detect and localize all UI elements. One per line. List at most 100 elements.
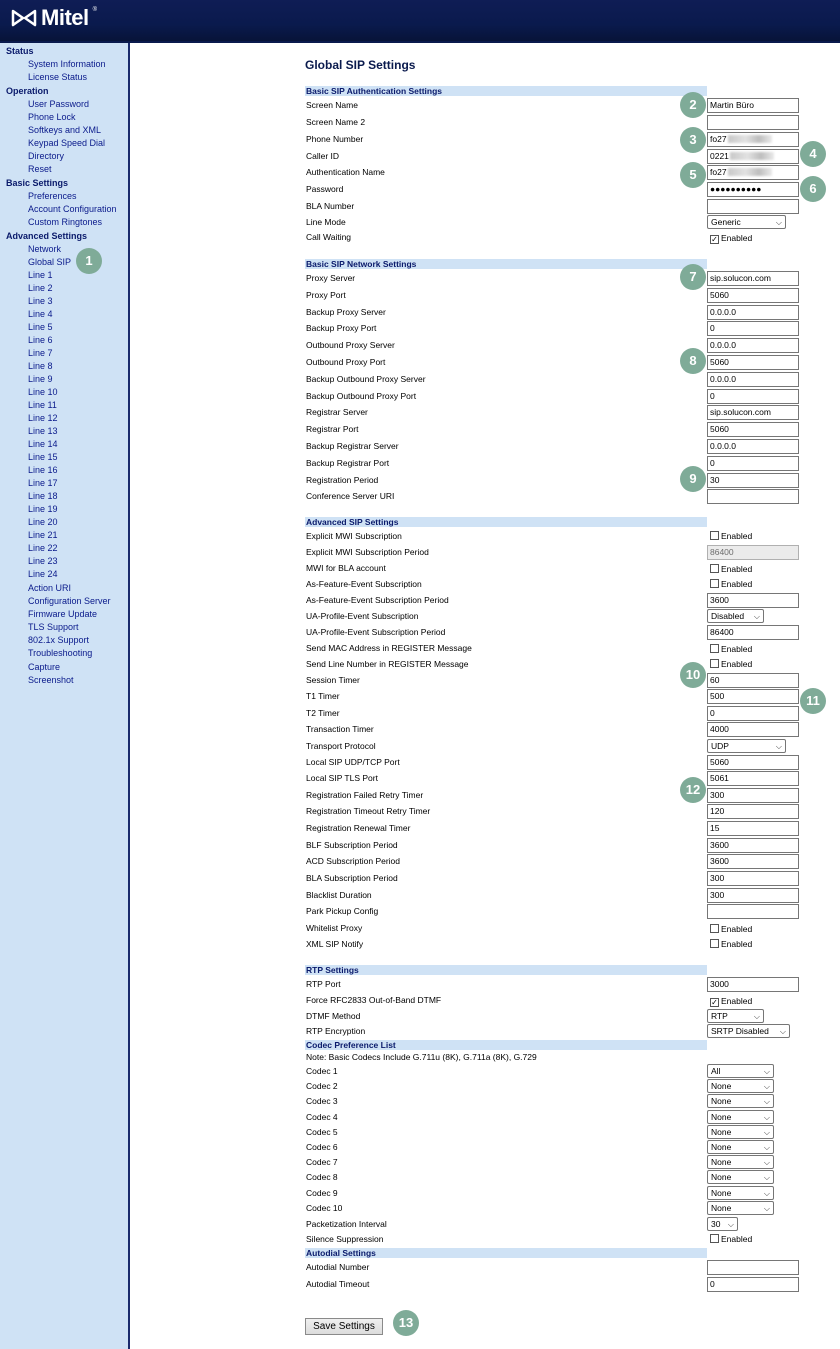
network-input[interactable]: sip.solucon.com [707, 405, 799, 420]
call-waiting-checkbox[interactable]: ✓ Enabled [710, 233, 752, 244]
codec-select[interactable]: None ⌵ [707, 1125, 774, 1139]
sidebar-item-custom-ringtones[interactable]: Custom Ringtones [28, 217, 102, 228]
sidebar-item-8021x-support[interactable]: 802.1x Support [28, 635, 89, 646]
session-timer-input[interactable]: 60 [707, 673, 799, 688]
sidebar-item-line-16[interactable]: Line 16 [28, 465, 58, 476]
sidebar-item-account-configuration[interactable]: Account Configuration [28, 204, 117, 215]
sidebar-item-line-18[interactable]: Line 18 [28, 491, 58, 502]
network-input[interactable]: 0.0.0.0 [707, 338, 799, 353]
packetization-select[interactable]: 30 ⌵ [707, 1217, 738, 1231]
network-input[interactable]: sip.solucon.com [707, 271, 799, 286]
transaction-timer-input[interactable]: 4000 [707, 722, 799, 737]
codec-select[interactable]: None ⌵ [707, 1155, 774, 1169]
sidebar-item-troubleshooting[interactable]: Troubleshooting [28, 648, 92, 659]
network-input[interactable]: 5060 [707, 355, 799, 370]
network-input[interactable]: 0 [707, 456, 799, 471]
sidebar-item-line-17[interactable]: Line 17 [28, 478, 58, 489]
codec-select[interactable]: None ⌵ [707, 1201, 774, 1215]
sidebar-item-line-13[interactable]: Line 13 [28, 426, 58, 437]
codec-select[interactable]: None ⌵ [707, 1170, 774, 1184]
sidebar-item-line-3[interactable]: Line 3 [28, 296, 53, 307]
t2-timer-input[interactable]: 0 [707, 706, 799, 721]
bla-period-input[interactable]: 300 [707, 871, 799, 886]
sidebar-item-line-6[interactable]: Line 6 [28, 335, 53, 346]
sidebar-item-line-19[interactable]: Line 19 [28, 504, 58, 515]
blacklist-input[interactable]: 300 [707, 888, 799, 903]
acd-period-input[interactable]: 3600 [707, 854, 799, 869]
authentication-name-input[interactable]: fo27 [707, 165, 799, 180]
sidebar-item-line-20[interactable]: Line 20 [28, 517, 58, 528]
as-feature-period-input[interactable]: 3600 [707, 593, 799, 608]
sidebar-item-tls-support[interactable]: TLS Support [28, 622, 79, 633]
sidebar-item-line-12[interactable]: Line 12 [28, 413, 58, 424]
network-input[interactable]: 5060 [707, 288, 799, 303]
sidebar-item-line-9[interactable]: Line 9 [28, 374, 53, 385]
sidebar-item-line-2[interactable]: Line 2 [28, 283, 53, 294]
codec-select[interactable]: None ⌵ [707, 1140, 774, 1154]
sidebar-item-capture[interactable]: Capture [28, 662, 60, 673]
explicit-mwi-period-input[interactable]: 86400 [707, 545, 799, 560]
sidebar-item-reset[interactable]: Reset [28, 164, 52, 175]
reg-failed-input[interactable]: 300 [707, 788, 799, 803]
reg-timeout-input[interactable]: 120 [707, 804, 799, 819]
sidebar-item-line-5[interactable]: Line 5 [28, 322, 53, 333]
transport-protocol-select[interactable]: UDP ⌵ [707, 739, 786, 753]
mwi-bla-checkbox[interactable]: Enabled [710, 564, 752, 575]
xml-notify-checkbox[interactable]: Enabled [710, 939, 752, 950]
force-dtmf-checkbox[interactable]: ✓ Enabled [710, 996, 752, 1007]
tls-port-input[interactable]: 5061 [707, 771, 799, 786]
network-input[interactable]: 0.0.0.0 [707, 372, 799, 387]
codec-select[interactable]: All ⌵ [707, 1064, 774, 1078]
network-input[interactable] [707, 489, 799, 504]
codec-select[interactable]: None ⌵ [707, 1079, 774, 1093]
reg-renewal-input[interactable]: 15 [707, 821, 799, 836]
sidebar-item-line-11[interactable]: Line 11 [28, 400, 57, 411]
screen-name-input[interactable]: Martin Büro [707, 98, 799, 113]
sidebar-item-line-21[interactable]: Line 21 [28, 530, 58, 541]
phone-number-input[interactable]: fo27 [707, 132, 799, 147]
sidebar-item-directory[interactable]: Directory [28, 151, 64, 162]
sidebar-item-screenshot[interactable]: Screenshot [28, 675, 74, 686]
blf-period-input[interactable]: 3600 [707, 838, 799, 853]
bla-number-input[interactable] [707, 199, 799, 214]
network-input[interactable]: 0 [707, 389, 799, 404]
sidebar-item-line-22[interactable]: Line 22 [28, 543, 58, 554]
sidebar-item-global-sip[interactable]: Global SIP [28, 257, 71, 268]
sidebar-item-line-14[interactable]: Line 14 [28, 439, 58, 450]
send-mac-checkbox[interactable]: Enabled [710, 644, 752, 655]
sidebar-item-line-10[interactable]: Line 10 [28, 387, 58, 398]
codec-select[interactable]: None ⌵ [707, 1110, 774, 1124]
sidebar-item-action-uri[interactable]: Action URI [28, 583, 71, 594]
password-input[interactable]: ●●●●●●●●●● [707, 182, 799, 197]
sidebar-item-line-4[interactable]: Line 4 [28, 309, 53, 320]
sidebar-item-softkeys-xml[interactable]: Softkeys and XML [28, 125, 101, 136]
rtp-encryption-select[interactable]: SRTP Disabled ⌵ [707, 1024, 790, 1038]
ua-profile-select[interactable]: Disabled ⌵ [707, 609, 764, 623]
whitelist-checkbox[interactable]: Enabled [710, 924, 752, 935]
sidebar-item-firmware-update[interactable]: Firmware Update [28, 609, 97, 620]
network-input[interactable]: 30 [707, 473, 799, 488]
line-mode-select[interactable]: Generic ⌵ [707, 215, 786, 229]
sidebar-item-line-1[interactable]: Line 1 [28, 270, 53, 281]
ua-profile-period-input[interactable]: 86400 [707, 625, 799, 640]
silence-suppression-checkbox[interactable]: Enabled [710, 1234, 752, 1245]
network-input[interactable]: 0.0.0.0 [707, 439, 799, 454]
rtp-port-input[interactable]: 3000 [707, 977, 799, 992]
sidebar-item-configuration-server[interactable]: Configuration Server [28, 596, 111, 607]
explicit-mwi-checkbox[interactable]: Enabled [710, 531, 752, 542]
sidebar-item-network[interactable]: Network [28, 244, 61, 255]
autodial-timeout-input[interactable]: 0 [707, 1277, 799, 1292]
sidebar-item-license-status[interactable]: License Status [28, 72, 87, 83]
park-pickup-input[interactable] [707, 904, 799, 919]
network-input[interactable]: 5060 [707, 422, 799, 437]
autodial-number-input[interactable] [707, 1260, 799, 1275]
network-input[interactable]: 0.0.0.0 [707, 305, 799, 320]
as-feature-checkbox[interactable]: Enabled [710, 579, 752, 590]
sidebar-item-system-information[interactable]: System Information [28, 59, 106, 70]
sidebar-item-line-7[interactable]: Line 7 [28, 348, 53, 359]
udp-port-input[interactable]: 5060 [707, 755, 799, 770]
sidebar-item-line-23[interactable]: Line 23 [28, 556, 58, 567]
sidebar-item-preferences[interactable]: Preferences [28, 191, 77, 202]
sidebar-item-line-8[interactable]: Line 8 [28, 361, 53, 372]
sidebar-item-keypad-speed-dial[interactable]: Keypad Speed Dial [28, 138, 105, 149]
